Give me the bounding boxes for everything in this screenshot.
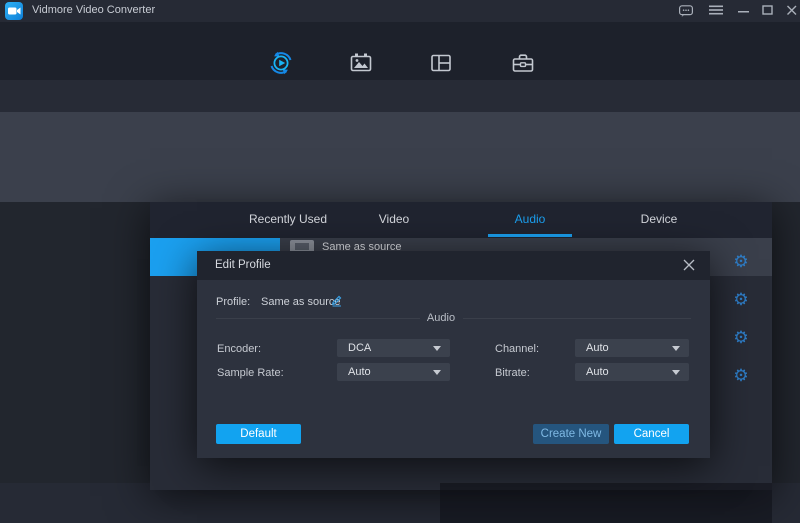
toolbox-icon <box>510 50 536 81</box>
profile-label: Profile: <box>216 296 250 308</box>
default-button[interactable]: Default <box>216 424 301 444</box>
feedback-icon[interactable] <box>678 4 694 18</box>
mv-icon <box>348 50 374 81</box>
converter-icon <box>268 50 294 81</box>
encoder-value: DCA <box>348 342 371 354</box>
maximize-icon[interactable] <box>760 4 776 18</box>
panel-shadow <box>440 483 772 523</box>
gear-icon[interactable]: ⚙ <box>731 252 751 272</box>
gear-icon[interactable]: ⚙ <box>731 366 751 386</box>
encoder-caret-icon <box>433 346 441 351</box>
toolbar: + Add Files Converting Converted Convert… <box>0 80 800 112</box>
bitrate-dropdown[interactable]: Auto <box>575 363 689 381</box>
minimize-icon[interactable] <box>736 4 752 18</box>
sample-rate-value: Auto <box>348 366 371 378</box>
profile-tab-video[interactable]: Video <box>379 212 409 226</box>
channel-dropdown[interactable]: Auto <box>575 339 689 357</box>
encoder-dropdown[interactable]: DCA <box>337 339 450 357</box>
cancel-button[interactable]: Cancel <box>614 424 689 444</box>
channel-caret-icon <box>672 346 680 351</box>
encoder-label: Encoder: <box>217 343 261 355</box>
close-window-icon[interactable] <box>784 4 800 18</box>
gear-icon[interactable]: ⚙ <box>731 328 751 348</box>
bitrate-caret-icon <box>672 370 680 375</box>
section-divider-left <box>216 318 420 319</box>
section-divider-right <box>463 318 691 319</box>
profile-tab-device[interactable]: Device <box>641 212 678 226</box>
main-nav: Converter MV Col <box>0 22 800 80</box>
sample-rate-caret-icon <box>433 370 441 375</box>
bitrate-label: Bitrate: <box>495 367 530 379</box>
app-window: Vidmore Video Converter <box>0 0 800 523</box>
app-logo-icon <box>5 2 23 20</box>
gear-icon[interactable]: ⚙ <box>731 290 751 310</box>
active-profile-tab-underline <box>488 234 572 237</box>
file-row: ♫ Source: Funny Cal...ggers.mp3 i | 00:1… <box>0 112 800 202</box>
edit-profile-name-icon[interactable] <box>330 293 344 312</box>
channel-value: Auto <box>586 342 609 354</box>
profile-tab-recently-used[interactable]: Recently Used <box>249 212 327 226</box>
sample-rate-dropdown[interactable]: Auto <box>337 363 450 381</box>
dialog-close-icon[interactable] <box>682 258 696 277</box>
dialog-title: Edit Profile <box>215 259 271 271</box>
create-new-button[interactable]: Create New <box>533 424 609 444</box>
profile-value: Same as source <box>261 296 340 308</box>
profile-tab-audio[interactable]: Audio <box>515 212 546 226</box>
bitrate-value: Auto <box>586 366 609 378</box>
title-bar: Vidmore Video Converter <box>0 0 800 22</box>
menu-icon[interactable] <box>708 4 724 18</box>
section-title: Audio <box>427 312 455 324</box>
collage-icon <box>428 50 454 81</box>
sample-rate-label: Sample Rate: <box>217 367 284 379</box>
window-title: Vidmore Video Converter <box>32 4 155 16</box>
dialog-header: Edit Profile <box>197 251 710 280</box>
edit-profile-dialog: Edit Profile Profile: Same as source Aud… <box>197 251 710 458</box>
channel-label: Channel: <box>495 343 539 355</box>
profile-tabs: Recently Used Video Audio Device <box>150 202 772 238</box>
